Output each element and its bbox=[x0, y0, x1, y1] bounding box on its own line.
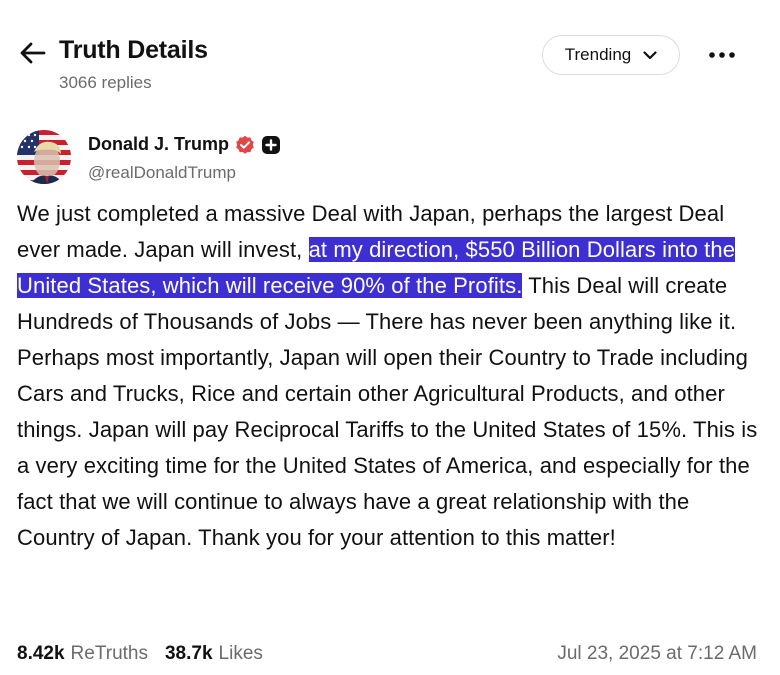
author-handle[interactable]: @realDonaldTrump bbox=[88, 163, 236, 183]
retruths-count: 8.42k bbox=[17, 643, 65, 664]
likes-label: Likes bbox=[218, 643, 263, 664]
author-name: Donald J. Trump bbox=[88, 134, 230, 154]
arrow-left-icon bbox=[20, 42, 46, 64]
plus-badge-icon bbox=[261, 135, 281, 155]
post-stats: 8.42k ReTruths 38.7k Likes Jul 23, 2025 … bbox=[17, 640, 757, 668]
likes-count: 38.7k bbox=[164, 643, 213, 664]
post-timestamp: Jul 23, 2025 at 7:12 AM bbox=[557, 643, 757, 664]
author-name-row[interactable]: Donald J. Trump bbox=[88, 134, 281, 155]
ellipsis-icon bbox=[709, 52, 735, 58]
post-detail-page: Truth Details 3066 replies Trending Dona… bbox=[0, 0, 780, 675]
chevron-down-icon bbox=[643, 50, 657, 59]
post-text: We just completed a massive Deal with Ja… bbox=[17, 196, 759, 556]
likes-stat[interactable]: 38.7k Likes bbox=[165, 643, 263, 665]
more-options-button[interactable] bbox=[700, 40, 744, 70]
reply-count: 3066 replies bbox=[59, 73, 152, 92]
avatar-image bbox=[17, 130, 71, 184]
verified-badge-icon bbox=[235, 135, 255, 155]
sort-label: Trending bbox=[564, 45, 632, 64]
retruths-label: ReTruths bbox=[70, 643, 148, 664]
page-title: Truth Details bbox=[59, 36, 208, 64]
sort-dropdown[interactable]: Trending bbox=[542, 35, 680, 75]
avatar[interactable] bbox=[17, 130, 71, 184]
back-button[interactable] bbox=[18, 38, 48, 68]
post-text-after: This Deal will create Hundreds of Thousa… bbox=[17, 273, 758, 550]
retruths-stat[interactable]: 8.42k ReTruths bbox=[17, 643, 148, 665]
